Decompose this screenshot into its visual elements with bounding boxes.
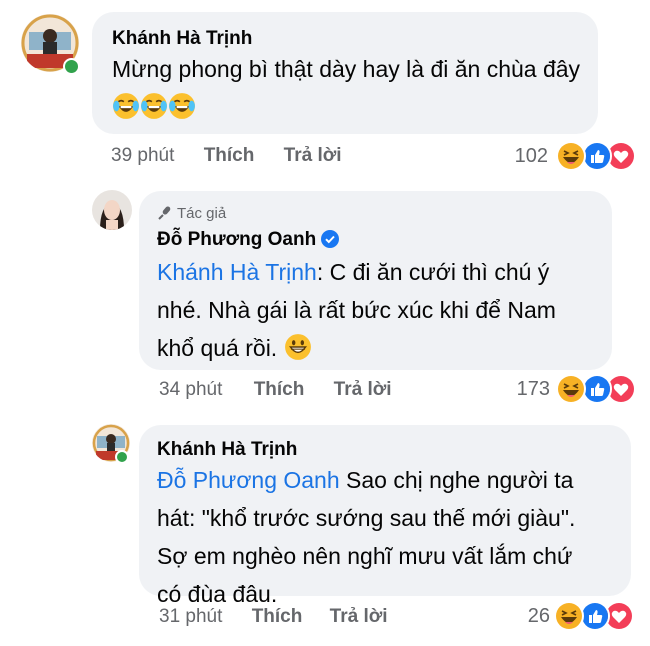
verified-badge-icon xyxy=(321,230,340,248)
reaction-count[interactable]: 173 xyxy=(496,378,550,401)
online-status-icon xyxy=(63,58,80,75)
comment-timestamp[interactable]: 34 phút xyxy=(159,379,222,400)
laugh-cry-emoji-icon xyxy=(140,92,168,131)
comment-line: hát: "khổ trước sướng sau thế mới giàu". xyxy=(157,505,576,531)
comment-body: : C đi ăn cưới thì chú ý xyxy=(316,259,550,285)
comment-meta: 34 phút Thích Trả lời xyxy=(159,379,392,401)
grin-emoji-icon xyxy=(283,333,312,372)
comment-line: Sợ em nghèo nên nghĩ mưu vất lắm chứ xyxy=(157,543,573,569)
comment-author: Đỗ Phương Oanh xyxy=(157,229,340,251)
like-reaction-icon[interactable] xyxy=(582,374,612,404)
laugh-cry-emoji-icon xyxy=(168,92,196,131)
comment-timestamp[interactable]: 31 phút xyxy=(159,606,222,627)
haha-reaction-icon[interactable] xyxy=(556,141,586,171)
like-link[interactable]: Thích xyxy=(204,145,255,166)
like-link[interactable]: Thích xyxy=(254,379,305,400)
comment-body: khổ quá rồi. xyxy=(157,335,284,361)
comment-line: Đỗ Phương Oanh Sao chị nghe người ta xyxy=(157,461,627,499)
like-link[interactable]: Thích xyxy=(252,606,303,627)
comment-author[interactable]: Khánh Hà Trịnh xyxy=(157,439,297,461)
comment-timestamp[interactable]: 39 phút xyxy=(111,145,174,166)
comment-body: Sao chị nghe người ta xyxy=(339,467,574,493)
online-status-icon xyxy=(115,450,129,464)
reply-link[interactable]: Trả lời xyxy=(284,145,342,166)
comment-author[interactable]: Khánh Hà Trịnh xyxy=(112,28,252,50)
microphone-icon xyxy=(158,206,171,220)
reply-link[interactable]: Trả lời xyxy=(334,379,392,400)
comment-line: Khánh Hà Trịnh: C đi ăn cưới thì chú ý xyxy=(157,253,607,291)
comment-line: khổ quá rồi. xyxy=(157,329,607,372)
author-tag: Tác giả xyxy=(157,205,226,222)
reaction-count[interactable]: 102 xyxy=(490,145,548,168)
comment-bubble: Khánh Hà Trịnh Mừng phong bì thật dày ha… xyxy=(92,12,598,134)
reaction-count[interactable]: 26 xyxy=(510,605,550,628)
comment-text: Khánh Hà Trịnh: C đi ăn cưới thì chú ý n… xyxy=(157,253,607,372)
comment-bubble: Khánh Hà Trịnh Đỗ Phương Oanh Sao chị ng… xyxy=(139,425,631,607)
like-reaction-icon[interactable] xyxy=(580,601,610,631)
reply-link[interactable]: Trả lời xyxy=(330,606,388,627)
haha-reaction-icon[interactable] xyxy=(556,374,586,404)
comment-line: nhé. Nhà gái là rất bức xúc khi để Nam xyxy=(157,297,556,323)
haha-reaction-icon[interactable] xyxy=(554,601,584,631)
comment-author-name[interactable]: Đỗ Phương Oanh xyxy=(157,229,316,250)
comment-bubble: Tác giả Đỗ Phương Oanh Khánh Hà Trịnh: C… xyxy=(139,191,612,370)
mention-link[interactable]: Khánh Hà Trịnh xyxy=(157,259,317,285)
comment-text: Đỗ Phương Oanh Sao chị nghe người ta hát… xyxy=(157,461,627,613)
author-tag-label: Tác giả xyxy=(177,205,227,222)
comment-text: Mừng phong bì thật dày hay là đi ăn chùa… xyxy=(112,50,592,131)
comment-body: Mừng phong bì thật dày hay là đi ăn chùa… xyxy=(112,56,581,82)
like-reaction-icon[interactable] xyxy=(582,141,612,171)
comment-meta: 31 phút Thích Trả lời xyxy=(159,606,388,628)
comment-meta: 39 phút Thích Trả lời xyxy=(111,145,342,167)
avatar[interactable] xyxy=(92,190,132,230)
laugh-cry-emoji-icon xyxy=(112,92,140,131)
mention-link[interactable]: Đỗ Phương Oanh xyxy=(157,467,340,493)
